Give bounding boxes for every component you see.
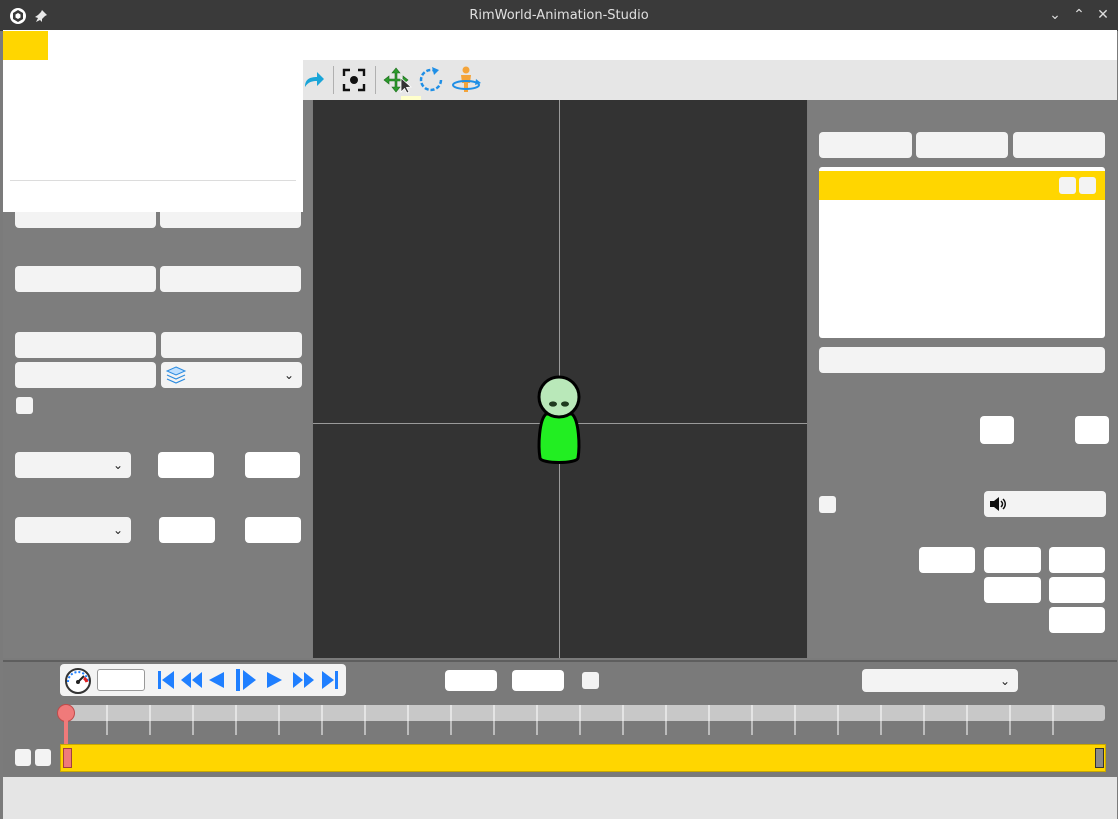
right-small-field-1[interactable] [980,416,1014,444]
right-checkbox[interactable] [819,496,836,513]
keyframe-start[interactable] [63,748,72,768]
playhead-line [64,720,68,746]
timeline-dropdown[interactable]: ⌄ [862,669,1018,692]
speedometer-icon[interactable] [63,666,93,694]
row-action-button-2[interactable] [1079,177,1096,194]
right-tab-button-1[interactable] [819,132,912,158]
actor-list [819,167,1105,338]
right-wide-field[interactable] [819,347,1105,373]
chevron-down-icon: ⌄ [283,368,294,382]
skip-to-start-icon[interactable] [156,669,176,691]
frame-field-1[interactable] [445,670,497,691]
layers-icon [165,364,187,386]
chevron-down-icon: ⌄ [999,673,1010,688]
skip-to-end-icon[interactable] [320,669,340,691]
right-value-field-6[interactable] [1049,607,1105,633]
row-action-button-1[interactable] [1059,177,1076,194]
right-value-field-3[interactable] [1049,547,1105,573]
frame-field-2[interactable] [512,670,564,691]
left-field-3b[interactable] [161,332,302,358]
move-tool-icon[interactable] [381,65,413,95]
left-dropdown-2[interactable]: ⌄ [15,517,131,543]
rewind-icon[interactable] [179,669,203,691]
center-view-icon[interactable] [340,65,368,95]
left-field-2a[interactable] [15,266,156,292]
speaker-icon [988,494,1008,514]
step-forward-icon[interactable] [265,669,285,691]
pin-icon[interactable] [34,8,48,22]
menu-item-highlighted[interactable] [3,31,48,60]
title-bar: RimWorld-Animation-Studio ⌄ ⌃ ✕ [0,0,1118,31]
right-tab-button-2[interactable] [916,132,1008,158]
rotate-tool-icon[interactable] [416,65,446,95]
close-icon[interactable]: ✕ [1094,6,1112,24]
unity-logo-icon [9,7,27,25]
toolbar-separator [375,66,376,94]
track-toggle-2[interactable] [35,749,51,766]
left-value-field-2a[interactable] [159,517,215,543]
redo-icon[interactable] [300,65,328,95]
left-checkbox[interactable] [16,397,33,414]
chevron-down-icon: ⌄ [112,523,123,537]
left-dropdown-1[interactable]: ⌄ [15,452,131,478]
keyframe-end[interactable] [1095,748,1104,768]
fast-forward-icon[interactable] [292,669,316,691]
speed-input[interactable] [97,669,145,691]
step-back-icon[interactable] [206,669,226,691]
playback-controls [60,664,346,696]
loop-checkbox[interactable] [582,672,599,689]
pawn-actor[interactable] [534,374,584,466]
left-value-field-1a[interactable] [158,452,214,478]
right-tab-button-3[interactable] [1013,132,1105,158]
left-field-2b[interactable] [160,266,301,292]
right-value-field-2[interactable] [984,547,1041,573]
window-title: RimWorld-Animation-Studio [469,8,649,23]
status-bar [3,777,1117,819]
toolbar-separator [333,66,334,94]
animation-viewport[interactable] [313,100,807,658]
animation-track[interactable] [60,744,1106,772]
minimize-icon[interactable]: ⌄ [1046,6,1064,24]
left-value-field-2b[interactable] [245,517,301,543]
right-value-field-5[interactable] [1049,577,1105,603]
layer-dropdown[interactable]: ⌄ [161,362,302,388]
timeline-ruler[interactable] [64,705,1105,735]
sound-button[interactable] [984,491,1106,517]
actor-list-selected-row[interactable] [819,171,1105,200]
track-toggle-1[interactable] [15,749,31,766]
left-field-4a[interactable] [15,362,156,388]
pose-rotate-tool-icon[interactable] [449,65,483,95]
left-field-3a[interactable] [15,332,156,358]
right-value-field-4[interactable] [984,577,1041,603]
popup-menu [3,31,303,212]
play-pause-icon[interactable] [232,667,258,693]
left-value-field-1b[interactable] [245,452,300,478]
menu-separator [10,180,296,181]
maximize-icon[interactable]: ⌃ [1070,6,1088,24]
right-small-field-2[interactable] [1075,416,1109,444]
chevron-down-icon: ⌄ [112,458,123,472]
right-value-field-1[interactable] [919,547,975,573]
